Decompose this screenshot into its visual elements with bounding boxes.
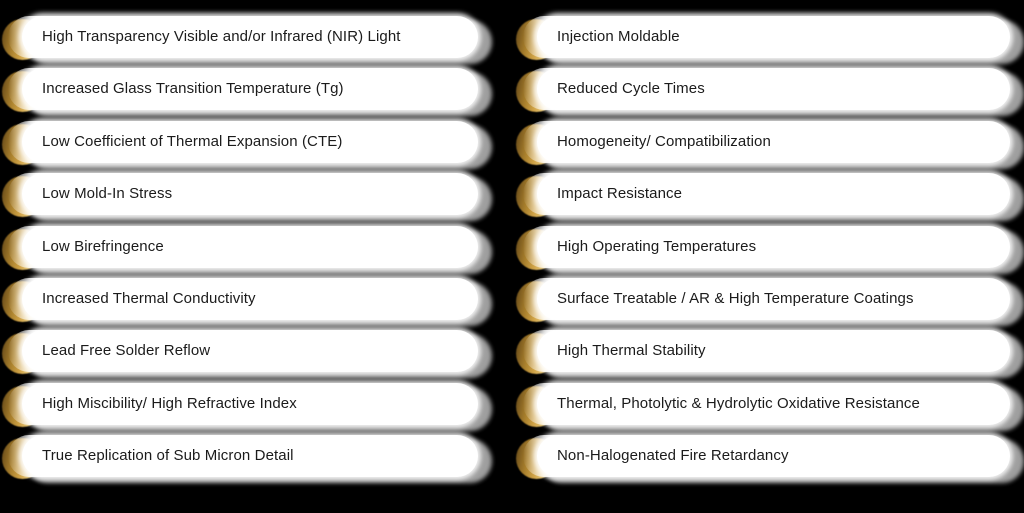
- pill-label: Lead Free Solder Reflow: [42, 342, 211, 360]
- pill-row[interactable]: Impact Resistance: [512, 171, 1024, 223]
- pill-body[interactable]: Increased Thermal Conductivity: [8, 278, 478, 320]
- pill-label: Low Coefficient of Thermal Expansion (CT…: [42, 132, 343, 150]
- pill-label: Surface Treatable / AR & High Temperatur…: [557, 290, 914, 307]
- pill-row[interactable]: Homogeneity/ Compatibilization: [512, 119, 1024, 171]
- pill-row[interactable]: High Thermal Stability: [512, 328, 1024, 380]
- pill-row[interactable]: True Replication of Sub Micron Detail: [0, 433, 512, 485]
- pill-body[interactable]: Increased Glass Transition Temperature (…: [8, 68, 478, 111]
- pill-column-left: High Transparency Visible and/or Infrare…: [0, 0, 512, 513]
- pill-row[interactable]: High Transparency Visible and/or Infrare…: [0, 14, 512, 66]
- pill-label: Thermal, Photolytic & Hydrolytic Oxidati…: [557, 394, 920, 412]
- pill-row[interactable]: Injection Moldable: [512, 14, 1024, 66]
- pill-row[interactable]: High Operating Temperatures: [512, 224, 1024, 276]
- pill-label: High Operating Temperatures: [557, 237, 757, 255]
- pill-body[interactable]: High Miscibility/ High Refractive Index: [8, 382, 478, 425]
- pill-body[interactable]: Reduced Cycle Times: [523, 68, 1010, 111]
- pill-body[interactable]: Low Birefringence: [8, 225, 478, 268]
- pill-body[interactable]: High Transparency Visible and/or Infrare…: [8, 16, 478, 58]
- pill-row[interactable]: Low Mold-In Stress: [0, 171, 512, 223]
- diagram-canvas: High Transparency Visible and/or Infrare…: [0, 0, 1024, 513]
- pill-body[interactable]: Injection Moldable: [523, 16, 1010, 58]
- pill-label: Low Mold-In Stress: [42, 185, 173, 203]
- pill-body[interactable]: Homogeneity/ Compatibilization: [523, 120, 1010, 163]
- pill-row[interactable]: Reduced Cycle Times: [512, 66, 1024, 118]
- pill-label: Increased Thermal Conductivity: [42, 290, 256, 307]
- pill-body[interactable]: High Thermal Stability: [523, 330, 1010, 373]
- pill-body[interactable]: Impact Resistance: [523, 173, 1010, 216]
- pill-body[interactable]: Surface Treatable / AR & High Temperatur…: [523, 278, 1010, 320]
- pill-body[interactable]: True Replication of Sub Micron Detail: [8, 435, 478, 478]
- pill-label: Increased Glass Transition Temperature (…: [42, 80, 344, 98]
- pill-label: High Miscibility/ High Refractive Index: [42, 394, 297, 412]
- pill-body[interactable]: Low Mold-In Stress: [8, 173, 478, 216]
- pill-label: Homogeneity/ Compatibilization: [557, 132, 771, 150]
- pill-label: Low Birefringence: [42, 237, 164, 255]
- pill-body[interactable]: Low Coefficient of Thermal Expansion (CT…: [8, 120, 478, 163]
- pill-label: Reduced Cycle Times: [557, 80, 705, 98]
- pill-body[interactable]: Thermal, Photolytic & Hydrolytic Oxidati…: [523, 382, 1010, 425]
- pill-label: Injection Moldable: [557, 28, 680, 45]
- pill-row[interactable]: Thermal, Photolytic & Hydrolytic Oxidati…: [512, 381, 1024, 433]
- pill-row[interactable]: Lead Free Solder Reflow: [0, 328, 512, 380]
- pill-label: Non-Halogenated Fire Retardancy: [557, 447, 789, 465]
- pill-row[interactable]: Increased Thermal Conductivity: [0, 276, 512, 328]
- pill-row[interactable]: Low Birefringence: [0, 224, 512, 276]
- pill-row[interactable]: Increased Glass Transition Temperature (…: [0, 66, 512, 118]
- pill-body[interactable]: High Operating Temperatures: [523, 225, 1010, 268]
- pill-label: High Transparency Visible and/or Infrare…: [42, 28, 401, 45]
- pill-row[interactable]: High Miscibility/ High Refractive Index: [0, 381, 512, 433]
- pill-row[interactable]: Surface Treatable / AR & High Temperatur…: [512, 276, 1024, 328]
- pill-label: True Replication of Sub Micron Detail: [42, 447, 294, 465]
- pill-row[interactable]: Low Coefficient of Thermal Expansion (CT…: [0, 119, 512, 171]
- pill-body[interactable]: Lead Free Solder Reflow: [8, 330, 478, 373]
- pill-column-right: Injection Moldable Reduced Cycle Times Hom…: [512, 0, 1024, 513]
- pill-row[interactable]: Non-Halogenated Fire Retardancy: [512, 433, 1024, 485]
- pill-label: High Thermal Stability: [557, 342, 706, 360]
- pill-label: Impact Resistance: [557, 185, 683, 203]
- pill-body[interactable]: Non-Halogenated Fire Retardancy: [523, 435, 1010, 478]
